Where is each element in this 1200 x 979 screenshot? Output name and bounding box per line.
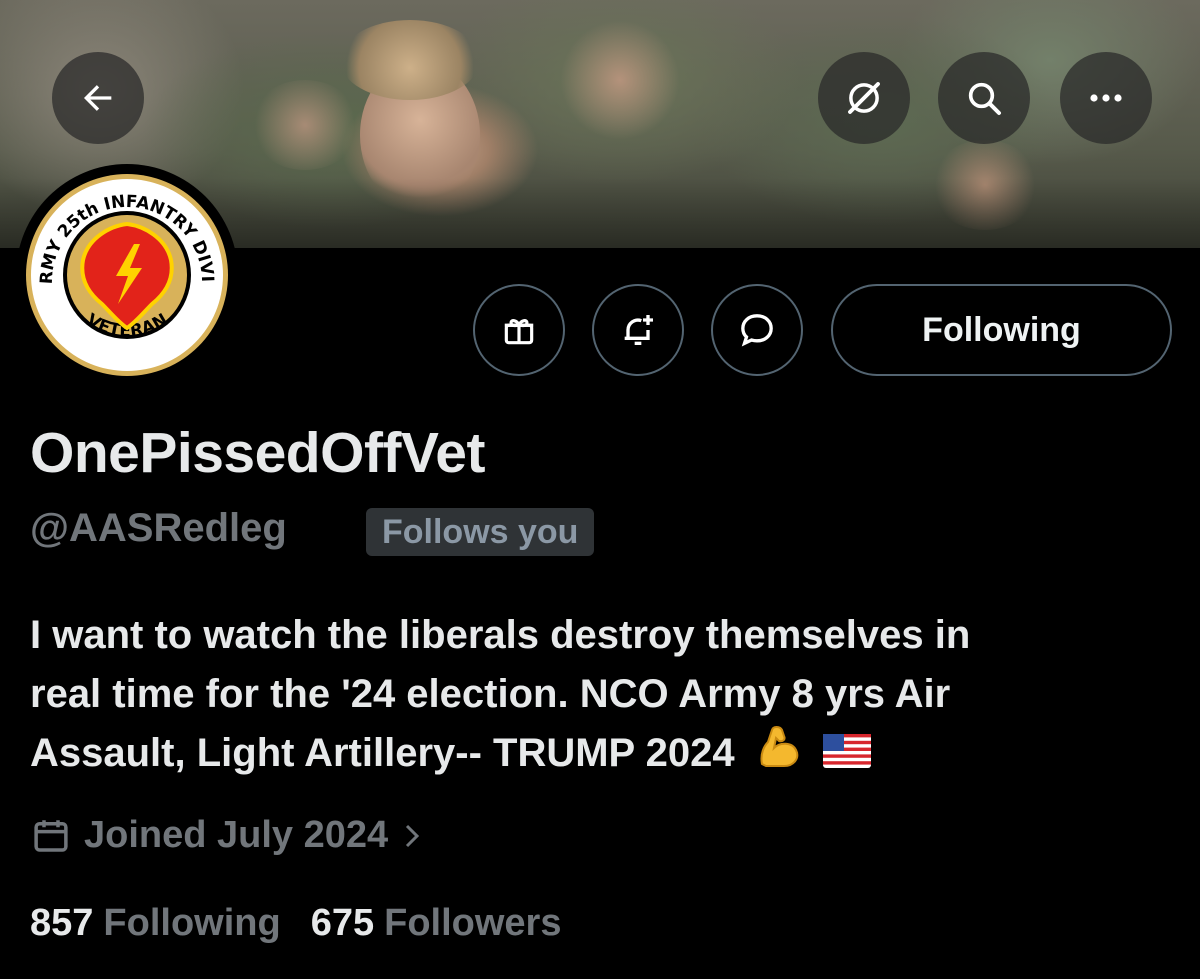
us-flag-icon [822,726,871,785]
message-bubble-icon [741,314,773,347]
back-button[interactable] [52,52,144,144]
chevron-right-icon [406,824,420,847]
gift-icon [504,319,534,345]
grok-icon [848,82,880,114]
bell-plus-icon [624,315,653,345]
bio-line: real time for the '24 election. NCO Army… [30,672,951,716]
display-name: OnePissedOffVet [30,421,486,485]
followers-count: 675 [310,902,375,944]
message-button[interactable] [711,284,803,376]
25th-infantry-veteran-emblem: US ARMY 25th INFANTRY DIVISION VETERAN [24,172,228,376]
follows-you-badge: Follows you [366,508,595,556]
search-icon [968,82,1001,115]
bio-line-text: Assault, Light Artillery-- TRUMP 2024 [30,731,735,776]
arrow-left-icon [84,85,112,111]
following-stat[interactable]: 857 Following [30,902,281,945]
following-button[interactable]: Following [831,284,1172,376]
following-label: Following [103,902,281,944]
more-horizontal-icon [1090,94,1122,102]
profile-avatar[interactable]: US ARMY 25th INFANTRY DIVISION VETERAN [16,164,238,386]
followers-stat[interactable]: 675 Followers [311,902,562,945]
grok-button[interactable] [818,52,910,144]
joined-date[interactable]: Joined July 2024 [30,814,422,857]
bio-line: Assault, Light Artillery-- TRUMP 2024 [30,724,1180,787]
flexed-biceps-icon [754,724,804,787]
more-button[interactable] [1060,52,1152,144]
following-count: 857 [30,902,94,944]
user-handle: @AASRedleg [30,506,287,550]
joined-text: Joined July 2024 [84,814,389,856]
notifications-button[interactable] [592,284,684,376]
follow-stats: 857 Following 675 Followers [30,902,561,945]
subscribe-button[interactable] [473,284,565,376]
search-button[interactable] [938,52,1030,144]
followers-label: Followers [384,902,562,944]
bio-line: I want to watch the liberals destroy the… [30,613,971,657]
profile-bio: I want to watch the liberals destroy the… [30,606,1180,787]
calendar-icon [34,819,68,852]
